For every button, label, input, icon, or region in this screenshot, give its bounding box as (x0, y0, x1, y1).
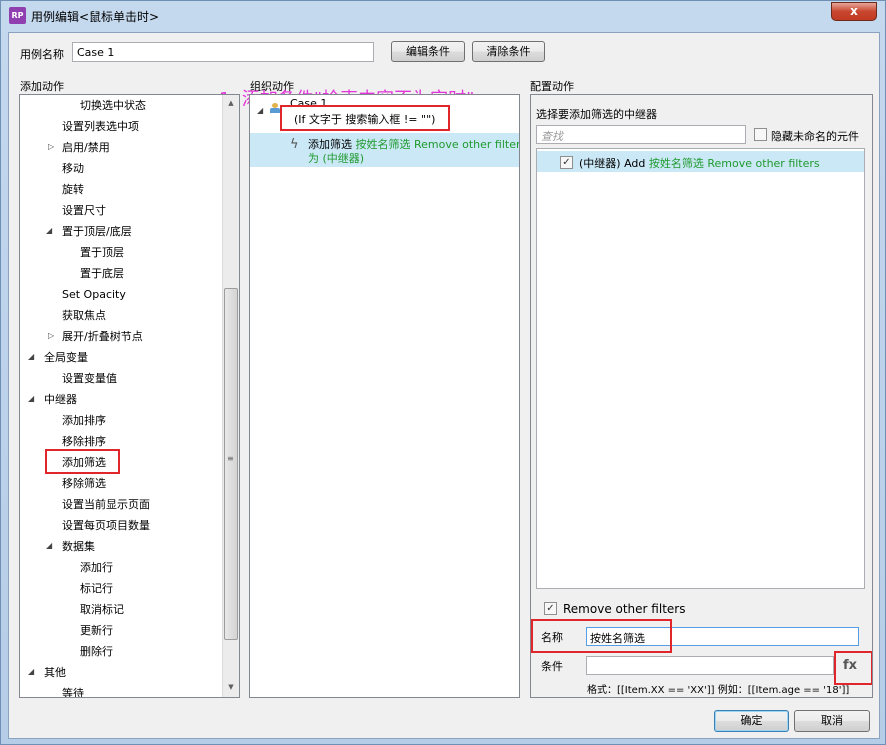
condition-label: 条件 (541, 660, 563, 673)
tree-item-get-focus[interactable]: 获取焦点 (62, 305, 106, 326)
tree-item-move[interactable]: 移动 (62, 158, 84, 179)
configure-action-header: 配置动作 (530, 80, 574, 93)
highlight-name (531, 619, 672, 653)
repeater-prefix: (中继器) Add (579, 157, 646, 170)
tree-item-set-list-selected[interactable]: 设置列表选中项 (62, 116, 139, 137)
hide-unnamed-label: 隐藏未命名的元件 (771, 130, 859, 143)
action-text-line2: 为 (中继器) (308, 152, 365, 165)
tree-item-enable-disable[interactable]: 启用/禁用 (62, 137, 110, 158)
tree-item-expand-tree-node[interactable]: 展开/折叠树节点 (62, 326, 143, 347)
dialog-window: RP 用例编辑<鼠标单击时> x 用例名称 Case 1 编辑条件 清除条件 添… (0, 0, 886, 745)
tree-item-add-row[interactable]: 添加行 (80, 557, 113, 578)
expand-arrow-icon[interactable]: ▷ (48, 142, 54, 151)
tree-item-wait[interactable]: 等待 (62, 683, 84, 697)
collapse-arrow-icon[interactable]: ◢ (46, 226, 52, 235)
cancel-button[interactable]: 取消 (794, 710, 870, 732)
tree-item-set-items-per-page[interactable]: 设置每页项目数量 (62, 515, 150, 536)
select-repeater-label: 选择要添加筛选的中继器 (536, 108, 657, 121)
tree-item-dataset[interactable]: 数据集 (62, 536, 95, 557)
add-action-header: 添加动作 (20, 80, 64, 93)
search-input[interactable]: 查找 (536, 125, 746, 144)
ok-button[interactable]: 确定 (714, 710, 789, 732)
tree-item-set-current-page[interactable]: 设置当前显示页面 (62, 494, 150, 515)
tree-item-rotate[interactable]: 旋转 (62, 179, 84, 200)
configure-panel: 选择要添加筛选的中继器 查找 隐藏未命名的元件 ✓ (中继器) Add 按姓名筛… (530, 94, 873, 698)
repeater-green-text: 按姓名筛选 Remove other filters (648, 157, 820, 170)
lightning-icon: ϟ (290, 137, 299, 152)
tree-item-toggle-selected[interactable]: 切换选中状态 (80, 95, 146, 116)
collapse-arrow-icon[interactable]: ◢ (28, 352, 34, 361)
scroll-thumb[interactable]: ≡ (224, 288, 238, 640)
tree-item-bring-to-front[interactable]: 置于顶层 (80, 242, 124, 263)
case-name-input[interactable]: Case 1 (72, 42, 374, 62)
clear-condition-button[interactable]: 清除条件 (472, 41, 545, 62)
repeater-row-checkbox[interactable]: ✓ (560, 155, 573, 169)
collapse-arrow-icon[interactable]: ◢ (46, 541, 52, 550)
organize-panel: ◢ Case 1 (If 文字于 搜索输入框 != "") ϟ 添加筛选 按姓名… (249, 94, 520, 698)
dialog-client: 用例名称 Case 1 编辑条件 清除条件 添加动作 组织动作 配置动作 1, … (8, 32, 880, 739)
tree-item-remove-filter[interactable]: 移除筛选 (62, 473, 106, 494)
highlight-add-filter (45, 449, 120, 474)
remove-other-filters-label: Remove other filters (563, 602, 686, 616)
expand-arrow-icon[interactable]: ▷ (48, 331, 54, 340)
case-name-label: 用例名称 (20, 48, 64, 61)
action-row-selected[interactable]: ϟ 添加筛选 按姓名筛选 Remove other filters 为 (中继器… (250, 133, 519, 167)
tree-item-set-opacity[interactable]: Set Opacity (62, 284, 126, 305)
action-tree-panel: 切换选中状态 设置列表选中项 ▷ 启用/禁用 移动 旋转 设置尺寸 ◢ 置于顶层… (19, 94, 240, 698)
tree-item-set-size[interactable]: 设置尺寸 (62, 200, 106, 221)
scroll-grip-icon: ≡ (227, 454, 234, 463)
tree-item-set-variable[interactable]: 设置变量值 (62, 368, 117, 389)
action-green-text: 按姓名筛选 Remove other filters (355, 138, 520, 151)
hide-unnamed-checkbox[interactable] (754, 128, 767, 144)
scroll-down-arrow-icon[interactable]: ▼ (223, 679, 239, 696)
collapse-arrow-icon[interactable]: ◢ (28, 667, 34, 676)
highlight-fx (834, 651, 872, 685)
tree-item-add-sort[interactable]: 添加排序 (62, 410, 106, 431)
edit-condition-button[interactable]: 编辑条件 (391, 41, 465, 62)
tree-item-bring-front-back[interactable]: 置于顶层/底层 (62, 221, 132, 242)
format-hint: 格式：[[Item.XX == 'XX']] 例如：[[Item.age == … (587, 685, 850, 696)
repeater-row[interactable]: ✓ (中继器) Add 按姓名筛选 Remove other filters (537, 151, 864, 172)
collapse-arrow-icon[interactable]: ◢ (257, 106, 263, 115)
tree-item-global-variables[interactable]: 全局变量 (44, 347, 88, 368)
tree-item-repeater[interactable]: 中继器 (44, 389, 77, 410)
highlight-condition (280, 105, 450, 131)
tree-item-delete-row[interactable]: 删除行 (80, 641, 113, 662)
condition-input[interactable] (586, 656, 834, 675)
repeater-list: ✓ (中继器) Add 按姓名筛选 Remove other filters (536, 148, 865, 589)
tree-item-update-row[interactable]: 更新行 (80, 620, 113, 641)
case-icon (270, 103, 280, 113)
remove-other-filters-checkbox[interactable]: ✓ (544, 601, 557, 615)
title-bar: RP 用例编辑<鼠标单击时> x (1, 1, 885, 31)
tree-item-mark-row[interactable]: 标记行 (80, 578, 113, 599)
axure-app-icon: RP (9, 7, 26, 24)
tree-item-send-to-back[interactable]: 置于底层 (80, 263, 124, 284)
repeater-row-label: (中继器) Add 按姓名筛选 Remove other filters (579, 155, 820, 171)
tree-item-other[interactable]: 其他 (44, 662, 66, 683)
tree-scrollbar[interactable]: ▲ ≡ ▼ (222, 95, 239, 697)
collapse-arrow-icon[interactable]: ◢ (28, 394, 34, 403)
close-button[interactable]: x (831, 2, 877, 21)
scroll-up-arrow-icon[interactable]: ▲ (223, 95, 239, 112)
window-title: 用例编辑<鼠标单击时> (31, 10, 160, 24)
tree-item-unmark[interactable]: 取消标记 (80, 599, 124, 620)
